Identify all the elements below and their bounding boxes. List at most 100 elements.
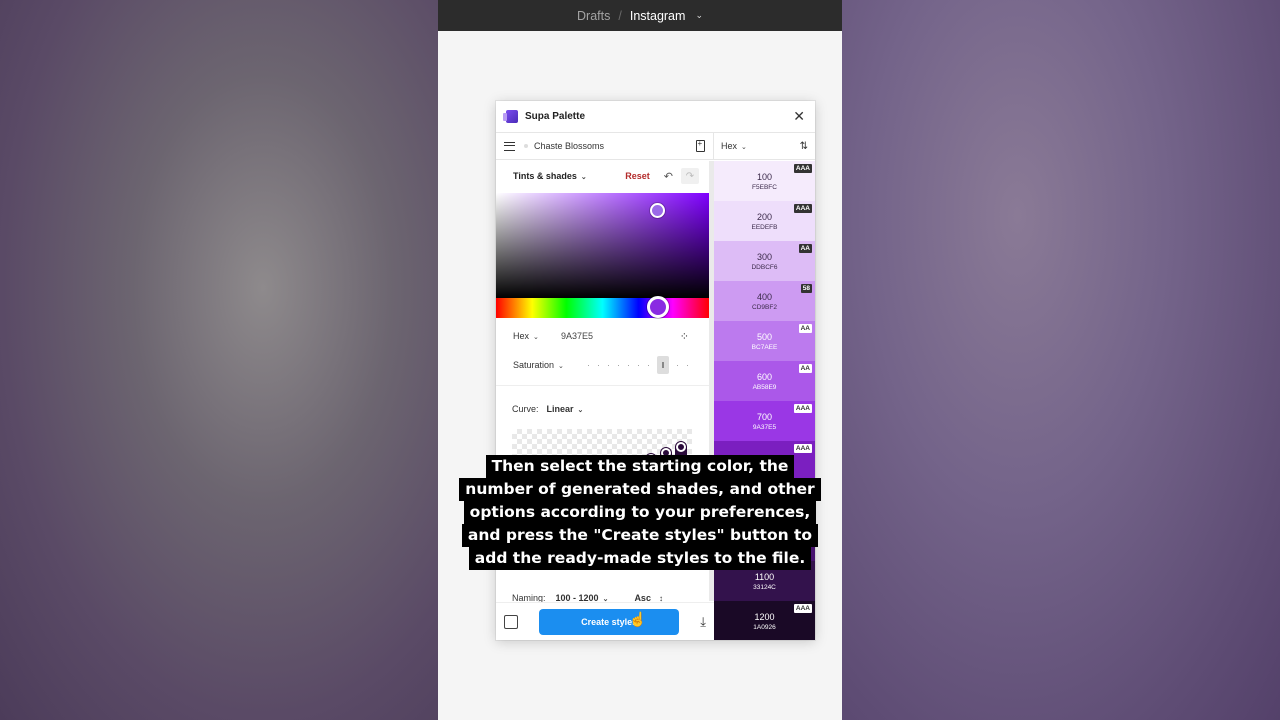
slider-tick: · <box>676 360 679 370</box>
naming-select[interactable]: 100 - 1200 ⌄ <box>556 593 609 602</box>
slider-tick: · <box>637 360 640 370</box>
chevron-down-icon[interactable]: ⌄ <box>695 10 703 21</box>
palette-bar: Chaste Blossoms <box>496 133 714 159</box>
contrast-badge: AAA <box>793 444 812 453</box>
color-swatch[interactable]: 300 DDBCF6 AA <box>714 241 815 281</box>
saturation-slider[interactable]: · · · · · · · · · <box>587 356 689 374</box>
hex-input[interactable]: 9A37E5 <box>561 331 680 341</box>
swatch-name: 300 <box>756 251 773 262</box>
eyedropper-grid-icon[interactable]: ⁘ <box>680 330 689 343</box>
swatch-hex: BC7AEE <box>751 343 778 351</box>
color-swatch[interactable]: 500 BC7AEE AA <box>714 321 815 361</box>
contrast-badge: AA <box>798 324 812 333</box>
color-swatch[interactable]: 600 AB58E9 AA <box>714 361 815 401</box>
save-palette-icon[interactable] <box>696 139 705 152</box>
naming-row: Naming: 100 - 1200 ⌄ Asc ↕ <box>512 591 663 602</box>
swatch-hex: DDBCF6 <box>751 263 778 271</box>
slider-tick: · <box>686 360 689 370</box>
plugin-header: Supa Palette ✕ <box>496 101 815 133</box>
plugin-toolbar: Chaste Blossoms Hex⌄ ⇅ <box>496 133 815 160</box>
swatch-hex: 1A0926 <box>753 623 776 631</box>
supa-palette-logo-icon <box>503 110 518 123</box>
slider-tick: · <box>647 360 650 370</box>
saturation-select[interactable]: Saturation ⌄ <box>513 360 587 370</box>
curve-label: Curve: <box>512 404 539 414</box>
caption-line: options according to your preferences, <box>463 501 817 524</box>
contrast-badge: AAA <box>793 404 812 413</box>
export-icon[interactable] <box>504 614 518 629</box>
create-styles-button[interactable]: Create styles <box>539 608 680 635</box>
figma-topbar: Drafts / Instagram ⌄ <box>438 0 842 31</box>
contrast-badge: AA <box>798 244 812 253</box>
curve-select[interactable]: Linear ⌄ <box>547 404 584 414</box>
contrast-badge: AA <box>798 364 812 373</box>
format-bar: Hex ⌄ ⇅ <box>714 133 815 159</box>
background-left <box>0 0 438 720</box>
color-swatch[interactable]: 1200 1A0926 AAA <box>714 601 815 640</box>
naming-label: Naming: <box>512 593 546 602</box>
caption-line: Then select the starting color, the <box>485 455 795 478</box>
figma-window: Drafts / Instagram ⌄ Supa Palette ✕ Chas… <box>438 0 842 720</box>
breadcrumb-drafts[interactable]: Drafts <box>577 9 610 23</box>
slider-tick: · <box>627 360 630 370</box>
swatch-hex: F5EBFC <box>752 183 777 191</box>
redo-icon[interactable]: ↷ <box>681 168 699 184</box>
palette-name[interactable]: Chaste Blossoms <box>534 141 696 151</box>
hue-slider-handle[interactable] <box>647 296 669 318</box>
hex-format-select[interactable]: Hex ⌄ <box>513 331 561 341</box>
hand-cursor-icon: ☝ <box>629 611 647 627</box>
swatch-name: 500 <box>756 331 773 342</box>
color-swatch[interactable]: 400 CD9BF2 58 <box>714 281 815 321</box>
hex-row: Hex ⌄ 9A37E5 ⁘ <box>513 326 689 346</box>
slider-tick: · <box>617 360 620 370</box>
swatch-name: 100 <box>756 171 773 182</box>
saturation-brightness-picker[interactable] <box>496 193 709 298</box>
naming-value: 100 - 1200 <box>555 593 599 602</box>
slider-tick: · <box>597 360 600 370</box>
color-picker-handle[interactable] <box>650 203 665 218</box>
plugin-footer: Create styles ⤓ ☝ <box>496 602 714 640</box>
plugin-title: Supa Palette <box>525 111 586 122</box>
format-value: Hex <box>721 141 738 151</box>
reset-button[interactable]: Reset <box>625 171 650 181</box>
undo-icon[interactable]: ↶ <box>664 170 673 183</box>
swatch-hex: EEDEFB <box>751 223 778 231</box>
contrast-badge: AAA <box>793 604 812 613</box>
format-select[interactable]: Hex ⌄ <box>721 141 800 151</box>
swatch-hex: 9A37E5 <box>752 423 777 431</box>
caption-line: and press the "Create styles" button to <box>461 524 819 547</box>
hue-slider[interactable] <box>496 298 709 318</box>
download-icon[interactable]: ⤓ <box>700 614 706 630</box>
curve-row: Curve: Linear ⌄ <box>512 401 583 417</box>
background-right <box>842 0 1280 720</box>
mode-select[interactable]: Tints & shades ⌄ <box>513 171 625 181</box>
slider-tick: · <box>587 360 590 370</box>
swatch-hex: 33124C <box>753 583 776 591</box>
saturation-slider-handle[interactable] <box>657 356 669 374</box>
swatch-name: 1200 <box>754 611 775 622</box>
chevron-down-icon: ⌄ <box>577 407 584 414</box>
contrast-badge: AAA <box>793 204 812 213</box>
chevron-down-icon: ⌄ <box>558 363 564 370</box>
chevron-down-icon: ⌄ <box>533 334 539 341</box>
close-icon[interactable]: ✕ <box>793 108 805 125</box>
chevron-down-icon: ⌄ <box>580 174 587 181</box>
palette-dot <box>524 144 528 148</box>
settings-sliders-icon[interactable]: ⇅ <box>800 141 808 152</box>
sort-icon[interactable]: ↕ <box>659 594 663 603</box>
saturation-row: Saturation ⌄ · · · · · · · · · <box>513 354 689 376</box>
color-swatch[interactable]: 700 9A37E5 AAA <box>714 401 815 441</box>
color-swatch[interactable]: 200 EEDEFB AAA <box>714 201 815 241</box>
order-toggle[interactable]: Asc <box>634 593 651 602</box>
file-name[interactable]: Instagram <box>630 9 686 23</box>
menu-icon[interactable] <box>504 141 515 151</box>
contrast-badge: AAA <box>793 164 812 173</box>
mode-value: Tints & shades <box>513 171 577 181</box>
swatch-name: 700 <box>756 411 773 422</box>
swatch-name: 400 <box>756 291 773 302</box>
mode-row: Tints & shades ⌄ Reset ↶ ↷ <box>496 161 709 191</box>
contrast-badge: 58 <box>800 284 812 293</box>
color-swatch[interactable]: 100 F5EBFC AAA <box>714 161 815 201</box>
swatch-hex: CD9BF2 <box>752 303 777 311</box>
swatch-name: 1100 <box>754 571 775 582</box>
